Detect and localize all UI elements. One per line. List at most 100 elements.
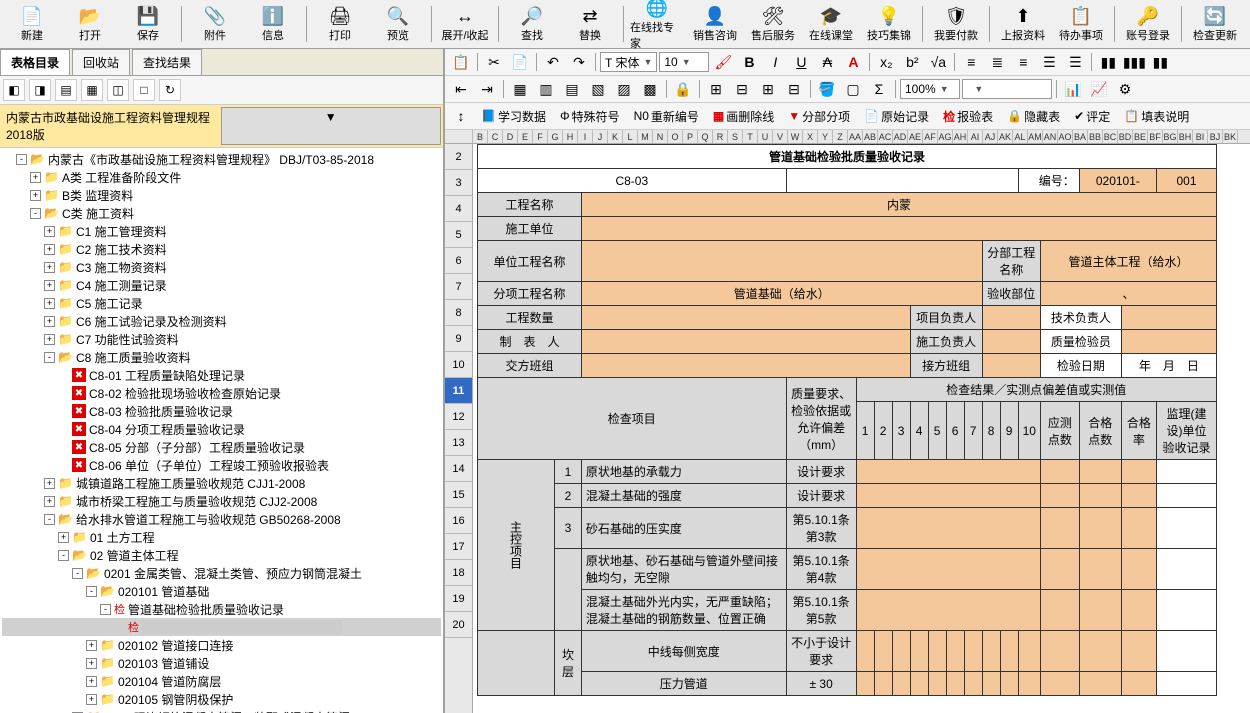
toolbar-账号登录[interactable]: 🔑账号登录 — [1120, 2, 1176, 46]
val-m3[interactable] — [856, 508, 1040, 549]
tree-node[interactable]: ✖C8-04 分项工程质量验收记录 — [2, 420, 441, 438]
redo-icon[interactable]: ↷ — [567, 51, 591, 73]
tree-node[interactable]: -📂0201 金属类管、混凝土类管、预应力钢筒混凝土 — [2, 564, 441, 582]
barcode1-icon[interactable]: ▮▮ — [1096, 51, 1120, 73]
lock-icon[interactable]: 🔒 — [671, 78, 695, 100]
value-qty[interactable] — [581, 306, 910, 330]
align-center-icon[interactable]: ≣ — [985, 51, 1009, 73]
blank-select[interactable]: ▼ — [962, 79, 1052, 99]
toolbar-销售咨询[interactable]: 👤销售咨询 — [687, 2, 743, 46]
row-18[interactable]: 18 — [445, 560, 472, 586]
val-m1[interactable] — [856, 460, 1040, 484]
tree-tool-btn[interactable]: ↻ — [159, 79, 181, 101]
tree-node[interactable]: ✖C8-05 分部（子分部）工程质量验收记录 — [2, 438, 441, 456]
row-4[interactable]: 4 — [445, 196, 472, 222]
strike-button[interactable]: ₳ — [815, 51, 839, 73]
spreadsheet[interactable]: 管道基础检验批质量验收记录 C8-03 编号： 020101- 001 工程名称… — [473, 144, 1250, 713]
tree-node[interactable]: +📁020104 管道防腐层 — [2, 672, 441, 690]
tree-node[interactable]: +📁城镇道路工程施工质量验收规范 CJJ1-2008 — [2, 474, 441, 492]
tree-node[interactable]: +📁城市桥梁工程施工与质量验收规范 CJJ2-2008 — [2, 492, 441, 510]
value-hand[interactable] — [581, 354, 910, 378]
row-11[interactable]: 11 — [445, 378, 472, 404]
toolbar-附件[interactable]: 📎附件 — [187, 2, 243, 46]
toolbar-预览[interactable]: 🔍预览 — [370, 2, 426, 46]
barcode2-icon[interactable]: ▮▮▮ — [1122, 51, 1146, 73]
value-construction-unit[interactable] — [581, 217, 1216, 241]
dropdown-icon[interactable]: ▼ — [221, 107, 442, 145]
action-隐藏表[interactable]: 🔒隐藏表 — [1001, 108, 1066, 125]
grid1-icon[interactable]: ▦ — [508, 78, 532, 100]
calc-icon[interactable]: 📊 — [1061, 78, 1085, 100]
row-16[interactable]: 16 — [445, 508, 472, 534]
sum-icon[interactable]: Σ — [867, 78, 891, 100]
toolbar-替换[interactable]: ⇄替换 — [562, 2, 618, 46]
tree-node[interactable]: +📁A类 工程准备阶段文件 — [2, 168, 441, 186]
row-14[interactable]: 14 — [445, 456, 472, 482]
row-10[interactable]: 10 — [445, 352, 472, 378]
row-12[interactable]: 12 — [445, 404, 472, 430]
toolbar-在线找专家[interactable]: 🌐在线找专家 — [629, 2, 685, 46]
row-8[interactable]: 8 — [445, 300, 472, 326]
row-5[interactable]: 5 — [445, 222, 472, 248]
tree-node[interactable]: -📂C8 施工质量验收资料 — [2, 348, 441, 366]
row-20[interactable]: 20 — [445, 612, 472, 638]
value-tech[interactable] — [1121, 306, 1216, 330]
action-分部分项[interactable]: ▼分部分项 — [782, 108, 856, 125]
tree-tool-btn[interactable]: ▤ — [55, 79, 77, 101]
value-qc[interactable] — [1121, 330, 1216, 354]
row-17[interactable]: 17 — [445, 534, 472, 560]
undo-icon[interactable]: ↶ — [541, 51, 565, 73]
toolbar-上报资料[interactable]: ⬆上报资料 — [995, 2, 1051, 46]
align-v2-icon[interactable]: ☰ — [1063, 51, 1087, 73]
tree-node[interactable]: +📁C6 施工试验记录及检测资料 — [2, 312, 441, 330]
tree-view[interactable]: -📂内蒙古《市政基础设施工程资料管理规程》 DBJ/T03-85-2018+📁A… — [0, 148, 443, 713]
value-project-name[interactable]: 内蒙 — [581, 193, 1216, 217]
tree-tool-btn[interactable]: ◨ — [29, 79, 51, 101]
value-item-project[interactable]: 管道基础（给水） — [581, 282, 982, 306]
indent-inc-icon[interactable]: ⇥ — [475, 78, 499, 100]
doc-number-1[interactable]: 020101- — [1079, 169, 1156, 193]
tree-node[interactable]: ✖C8-02 检验批现场验收检查原始记录 — [2, 384, 441, 402]
action-重新编号[interactable]: N0重新编号 — [628, 108, 705, 125]
grid2-icon[interactable]: ▥ — [534, 78, 558, 100]
root-icon[interactable]: √a — [926, 51, 950, 73]
tab-表格目录[interactable]: 表格目录 — [0, 49, 70, 75]
align-v-icon[interactable]: ☰ — [1037, 51, 1061, 73]
grid3-icon[interactable]: ▤ — [560, 78, 584, 100]
cut-icon[interactable]: ✂ — [482, 51, 506, 73]
action-特殊符号[interactable]: Φ特殊符号 — [554, 108, 626, 125]
align-left-icon[interactable]: ≡ — [959, 51, 983, 73]
toolbar-售后服务[interactable]: 🛠售后服务 — [745, 2, 801, 46]
tree-node[interactable]: -📂020101 管道基础 — [2, 582, 441, 600]
tree-node[interactable]: 检 — [2, 618, 441, 636]
align-right-icon[interactable]: ≡ — [1011, 51, 1035, 73]
tree-node[interactable]: +📁020103 管道铺设 — [2, 654, 441, 672]
action-报验表[interactable]: 检报验表 — [937, 108, 999, 125]
grid5-icon[interactable]: ▨ — [612, 78, 636, 100]
toolbar-技巧集锦[interactable]: 💡技巧集锦 — [861, 2, 917, 46]
indent-dec-icon[interactable]: ⇤ — [449, 78, 473, 100]
value-unit-project[interactable] — [581, 241, 982, 282]
tree-node[interactable]: -📂02 管道主体工程 — [2, 546, 441, 564]
toolbar-我要付款[interactable]: 🛡我要付款 — [928, 2, 984, 46]
tree-tool-btn[interactable]: ◧ — [3, 79, 25, 101]
tree-node[interactable]: ✖C8-03 检验批质量验收记录 — [2, 402, 441, 420]
copy-icon[interactable]: 📄 — [508, 51, 532, 73]
row-3[interactable]: 3 — [445, 170, 472, 196]
row-13[interactable]: 13 — [445, 430, 472, 456]
tree-node[interactable]: -📂内蒙古《市政基础设施工程资料管理规程》 DBJ/T03-85-2018 — [2, 150, 441, 168]
tree-node[interactable]: +📁020102 管道接口连接 — [2, 636, 441, 654]
paste-icon[interactable]: 📋 — [449, 51, 473, 73]
doc-number-2[interactable]: 001 — [1157, 169, 1217, 193]
tree-node[interactable]: -检管道基础检验批质量验收记录 — [2, 600, 441, 618]
tree-node[interactable]: +📁01 土方工程 — [2, 528, 441, 546]
tree-tool-btn[interactable]: ◫ — [107, 79, 129, 101]
font-size-select[interactable]: 10▼ — [659, 52, 709, 72]
toolbar-保存[interactable]: 💾保存 — [120, 2, 176, 46]
tree-node[interactable]: +📁B类 监理资料 — [2, 186, 441, 204]
value-recv[interactable] — [982, 354, 1040, 378]
border-icon[interactable]: ▢ — [841, 78, 865, 100]
subscript-icon[interactable]: x₂ — [874, 51, 898, 73]
font-select[interactable]: T 宋体▼ — [600, 52, 657, 72]
action-原始记录[interactable]: 📄原始记录 — [858, 108, 935, 125]
